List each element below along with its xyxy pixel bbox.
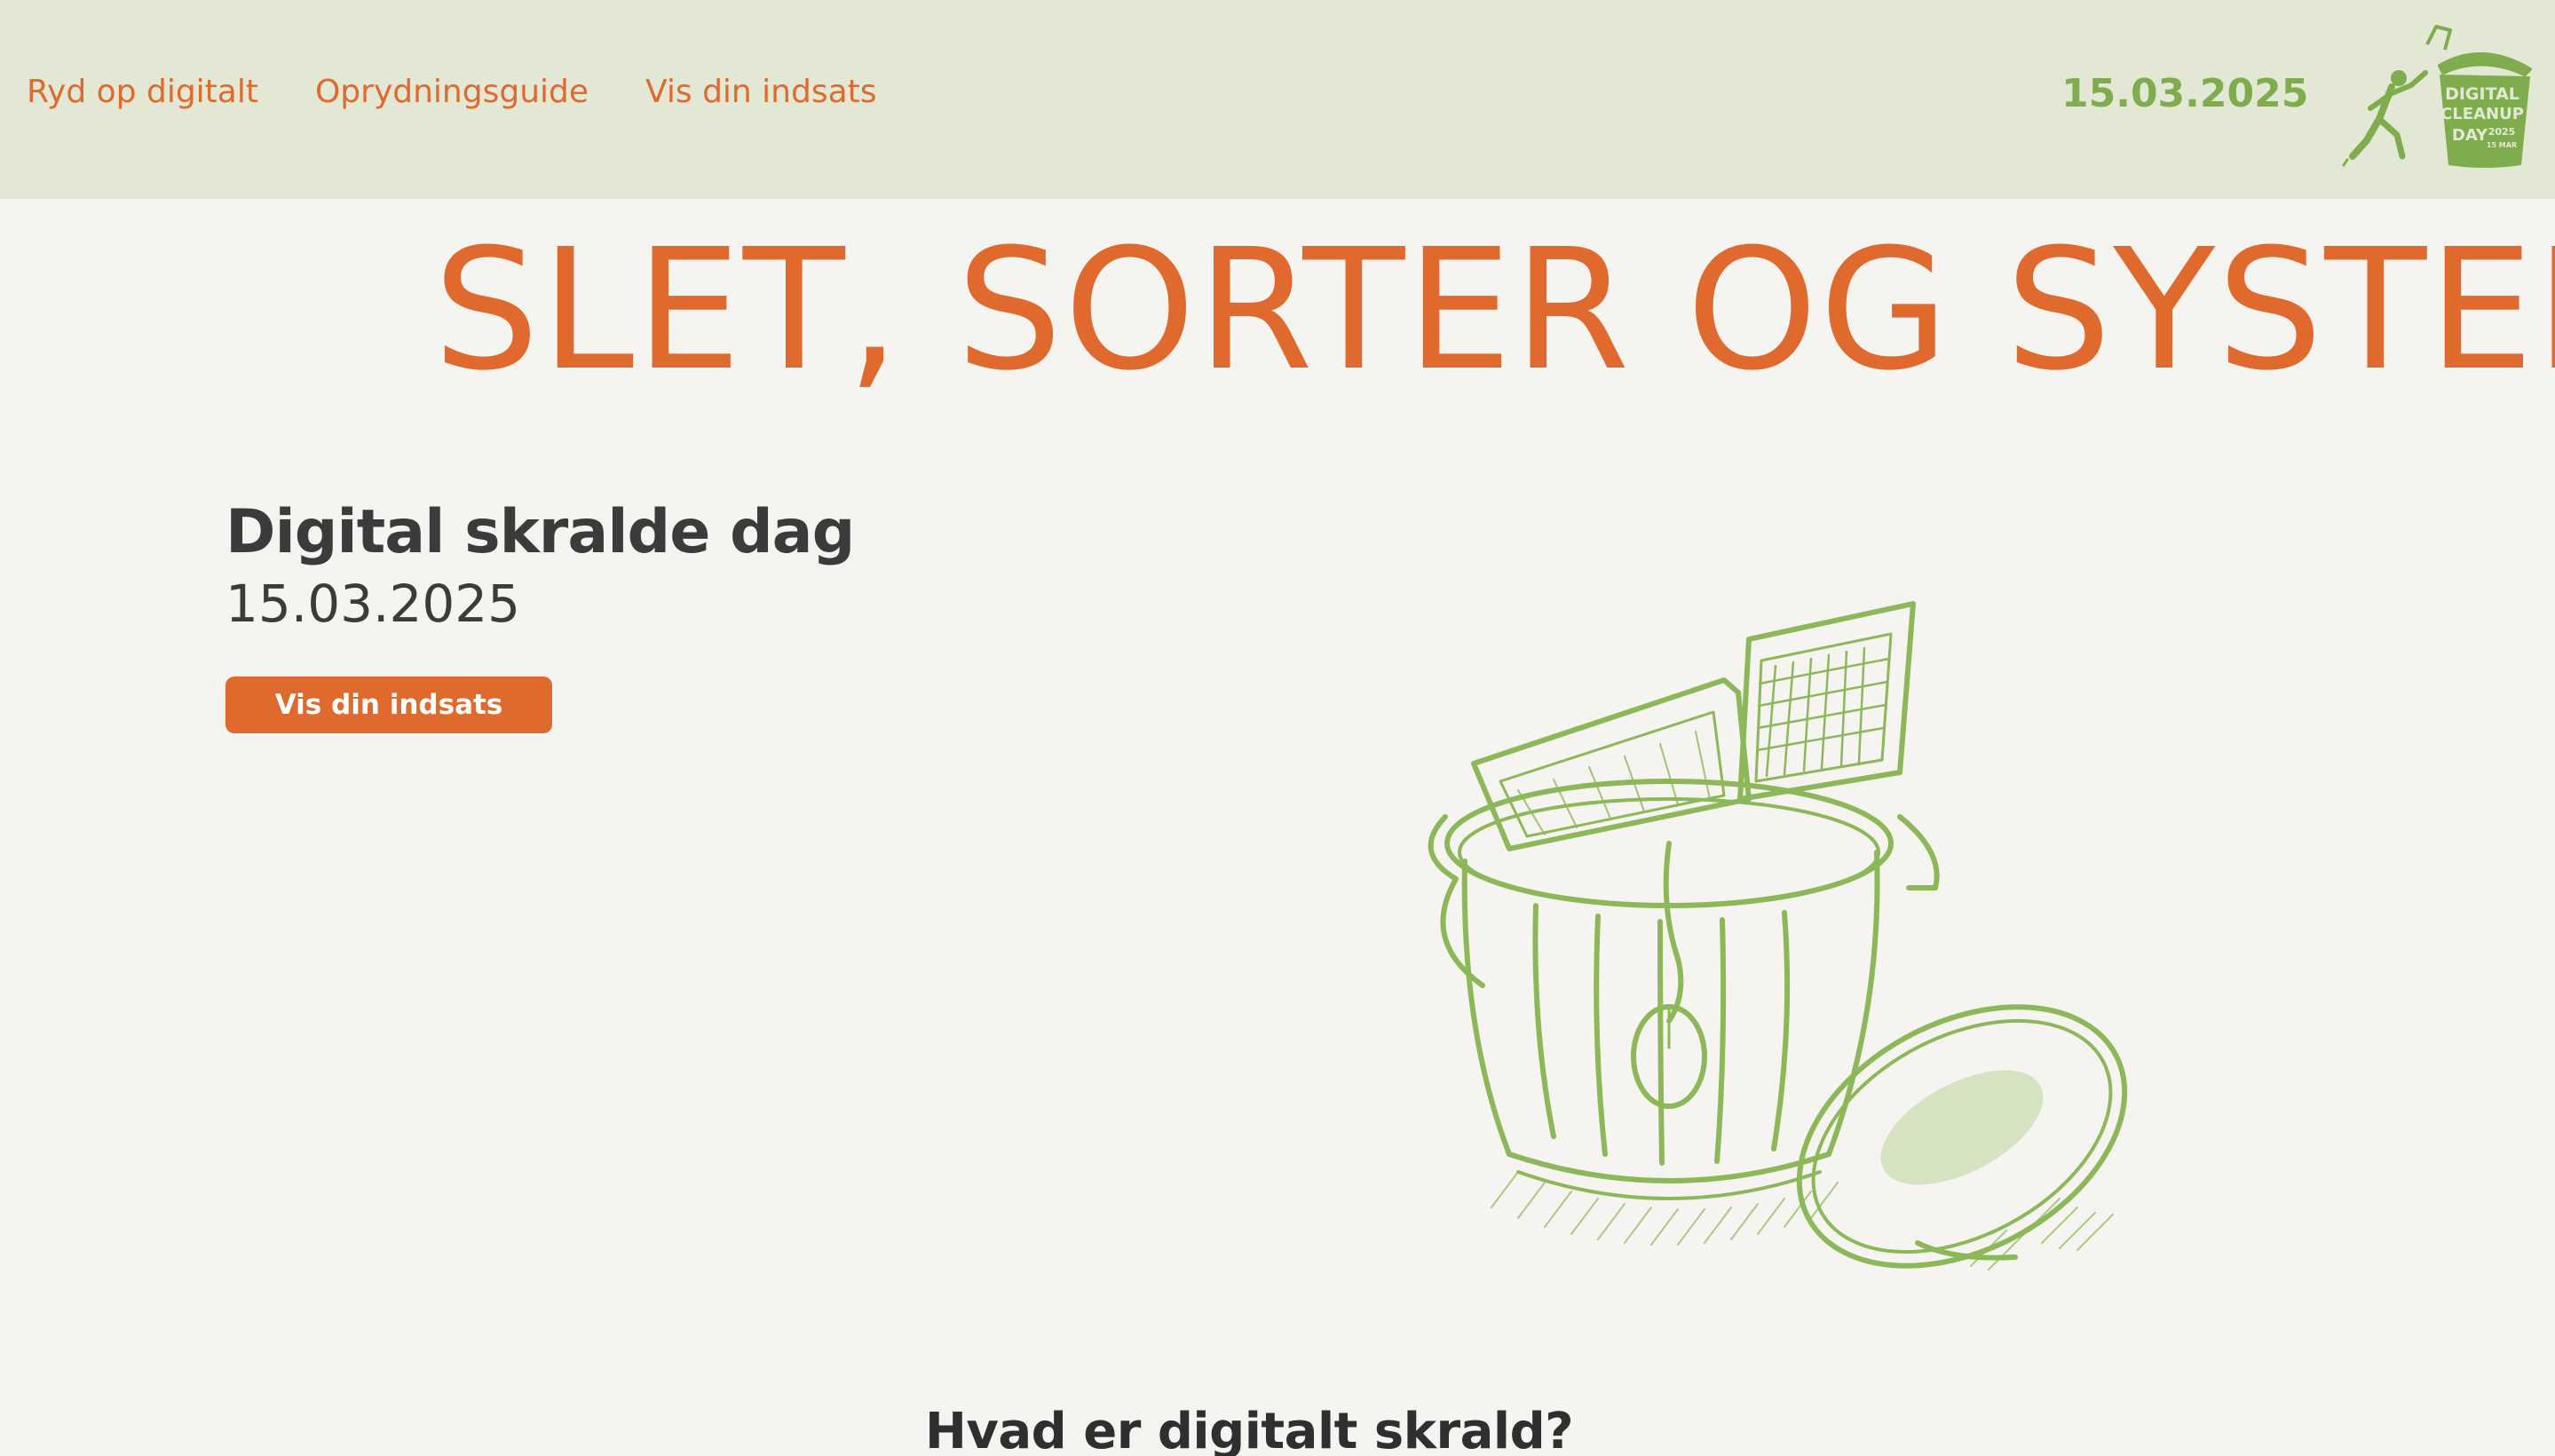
hero-banner: SLET, SORTER OG SYSTEMA <box>433 213 2555 408</box>
logo-text-day: DAY <box>2452 126 2488 145</box>
digital-cleanup-day-logo[interactable]: DIGITAL CLEANUP DAY 2025 15 MAR <box>2340 23 2537 174</box>
overflowing-trash-can-illustration <box>1428 601 2128 1270</box>
header-event-date: 15.03.2025 <box>2061 71 2309 116</box>
logo-text-day-date: 15 MAR <box>2487 141 2517 149</box>
main-nav: Ryd op digitalt Oprydningsguide Vis din … <box>27 73 877 111</box>
hero-date: 15.03.2025 <box>225 574 521 634</box>
site-header: Ryd op digitalt Oprydningsguide Vis din … <box>0 0 2555 199</box>
logo-text-year: 2025 <box>2488 126 2516 138</box>
nav-link-oprydningsguide[interactable]: Oprydningsguide <box>315 73 589 111</box>
nav-link-ryd-op-digitalt[interactable]: Ryd op digitalt <box>27 73 258 111</box>
nav-link-vis-din-indsats[interactable]: Vis din indsats <box>645 73 877 111</box>
logo-text-digital: DIGITAL <box>2445 84 2519 104</box>
logo-text-cleanup: CLEANUP <box>2440 105 2524 123</box>
hero-title: Digital skralde dag <box>225 497 855 567</box>
section-heading: Hvad er digitalt skrald? <box>925 1403 1574 1456</box>
show-your-effort-button[interactable]: Vis din indsats <box>225 677 552 733</box>
page: Ryd op digitalt Oprydningsguide Vis din … <box>0 0 2555 1456</box>
